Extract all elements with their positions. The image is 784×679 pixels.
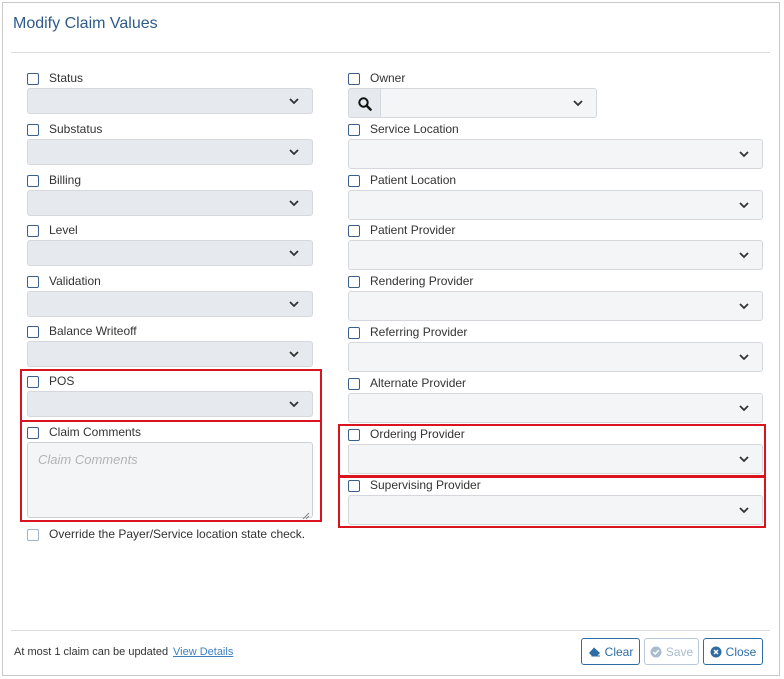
validation-checkbox[interactable]: [27, 276, 39, 288]
chevron-down-icon: [738, 249, 750, 261]
chevron-down-icon: [738, 199, 750, 211]
referring-provider-label: Referring Provider: [370, 325, 468, 339]
service-location-select[interactable]: [348, 139, 763, 169]
chevron-down-icon: [738, 300, 750, 312]
save-button[interactable]: Save: [644, 638, 699, 665]
alternate-provider-label: Alternate Provider: [370, 376, 467, 390]
billing-label: Billing: [49, 173, 82, 187]
chevron-down-icon: [738, 453, 750, 465]
claim-comments-placeholder: Claim Comments: [38, 452, 138, 467]
search-icon: [358, 97, 372, 116]
chevron-down-icon: [288, 298, 300, 310]
ordering-provider-select[interactable]: [348, 444, 763, 474]
owner-select[interactable]: [380, 88, 597, 118]
balance-writeoff-checkbox[interactable]: [27, 326, 39, 338]
chevron-down-icon: [572, 97, 584, 109]
close-circle-icon: [710, 646, 722, 658]
chevron-down-icon: [288, 247, 300, 259]
claim-limit-note: At most 1 claim can be updated: [14, 646, 169, 658]
clear-button-label: Clear: [604, 644, 634, 659]
billing-checkbox[interactable]: [27, 175, 39, 187]
footer-divider: [11, 630, 770, 631]
substatus-select[interactable]: [27, 139, 313, 165]
dialog-title: Modify Claim Values: [13, 15, 158, 32]
service-location-label: Service Location: [370, 122, 459, 136]
substatus-checkbox[interactable]: [27, 124, 39, 136]
patient-location-label: Patient Location: [370, 173, 457, 187]
validation-label: Validation: [49, 274, 101, 288]
pos-checkbox[interactable]: [27, 376, 39, 388]
status-label: Status: [49, 71, 84, 85]
chevron-down-icon: [738, 148, 750, 160]
patient-location-select[interactable]: [348, 190, 763, 220]
ordering-provider-label: Ordering Provider: [370, 427, 465, 441]
alternate-provider-select[interactable]: [348, 393, 763, 423]
override-label: Override the Payer/Service location stat…: [49, 527, 306, 541]
chevron-down-icon: [288, 348, 300, 360]
level-checkbox[interactable]: [27, 225, 39, 237]
substatus-label: Substatus: [49, 122, 103, 136]
close-button[interactable]: Close: [703, 638, 763, 665]
save-button-label: Save: [665, 644, 694, 659]
billing-select[interactable]: [27, 190, 313, 216]
resize-grip-icon[interactable]: [302, 507, 310, 520]
status-select[interactable]: [27, 88, 313, 114]
level-select[interactable]: [27, 240, 313, 266]
view-details-link[interactable]: View Details: [173, 646, 233, 658]
claim-comments-textarea[interactable]: Claim Comments: [27, 442, 313, 520]
patient-provider-label: Patient Provider: [370, 223, 456, 237]
chevron-down-icon: [288, 95, 300, 107]
balance-writeoff-select[interactable]: [27, 341, 313, 367]
ordering-provider-checkbox[interactable]: [348, 429, 360, 441]
claim-comments-label: Claim Comments: [49, 425, 142, 439]
override-checkbox[interactable]: [27, 529, 39, 541]
chevron-down-icon: [288, 146, 300, 158]
eraser-icon: [588, 646, 601, 657]
patient-provider-checkbox[interactable]: [348, 225, 360, 237]
modify-claim-dialog: Modify Claim Values Status Substatus Bil…: [2, 2, 780, 676]
owner-label: Owner: [370, 71, 406, 85]
pos-label: POS: [49, 374, 75, 388]
rendering-provider-checkbox[interactable]: [348, 276, 360, 288]
close-button-label: Close: [725, 644, 757, 659]
balance-writeoff-label: Balance Writeoff: [49, 324, 137, 338]
owner-checkbox[interactable]: [348, 73, 360, 85]
supervising-provider-checkbox[interactable]: [348, 480, 360, 492]
owner-search-button[interactable]: [348, 88, 380, 118]
rendering-provider-label: Rendering Provider: [370, 274, 474, 288]
validation-select[interactable]: [27, 291, 313, 317]
chevron-down-icon: [288, 398, 300, 410]
level-label: Level: [49, 223, 78, 237]
alternate-provider-checkbox[interactable]: [348, 378, 360, 390]
service-location-checkbox[interactable]: [348, 124, 360, 136]
chevron-down-icon: [738, 504, 750, 516]
status-checkbox[interactable]: [27, 73, 39, 85]
patient-provider-select[interactable]: [348, 240, 763, 270]
clear-button[interactable]: Clear: [581, 638, 640, 665]
pos-select[interactable]: [27, 391, 313, 417]
check-circle-icon: [650, 646, 662, 658]
claim-comments-checkbox[interactable]: [27, 427, 39, 439]
title-divider: [11, 52, 770, 53]
rendering-provider-select[interactable]: [348, 291, 763, 321]
referring-provider-checkbox[interactable]: [348, 327, 360, 339]
chevron-down-icon: [288, 197, 300, 209]
patient-location-checkbox[interactable]: [348, 175, 360, 187]
referring-provider-select[interactable]: [348, 342, 763, 372]
supervising-provider-select[interactable]: [348, 495, 763, 525]
supervising-provider-label: Supervising Provider: [370, 478, 481, 492]
chevron-down-icon: [738, 402, 750, 414]
chevron-down-icon: [738, 351, 750, 363]
